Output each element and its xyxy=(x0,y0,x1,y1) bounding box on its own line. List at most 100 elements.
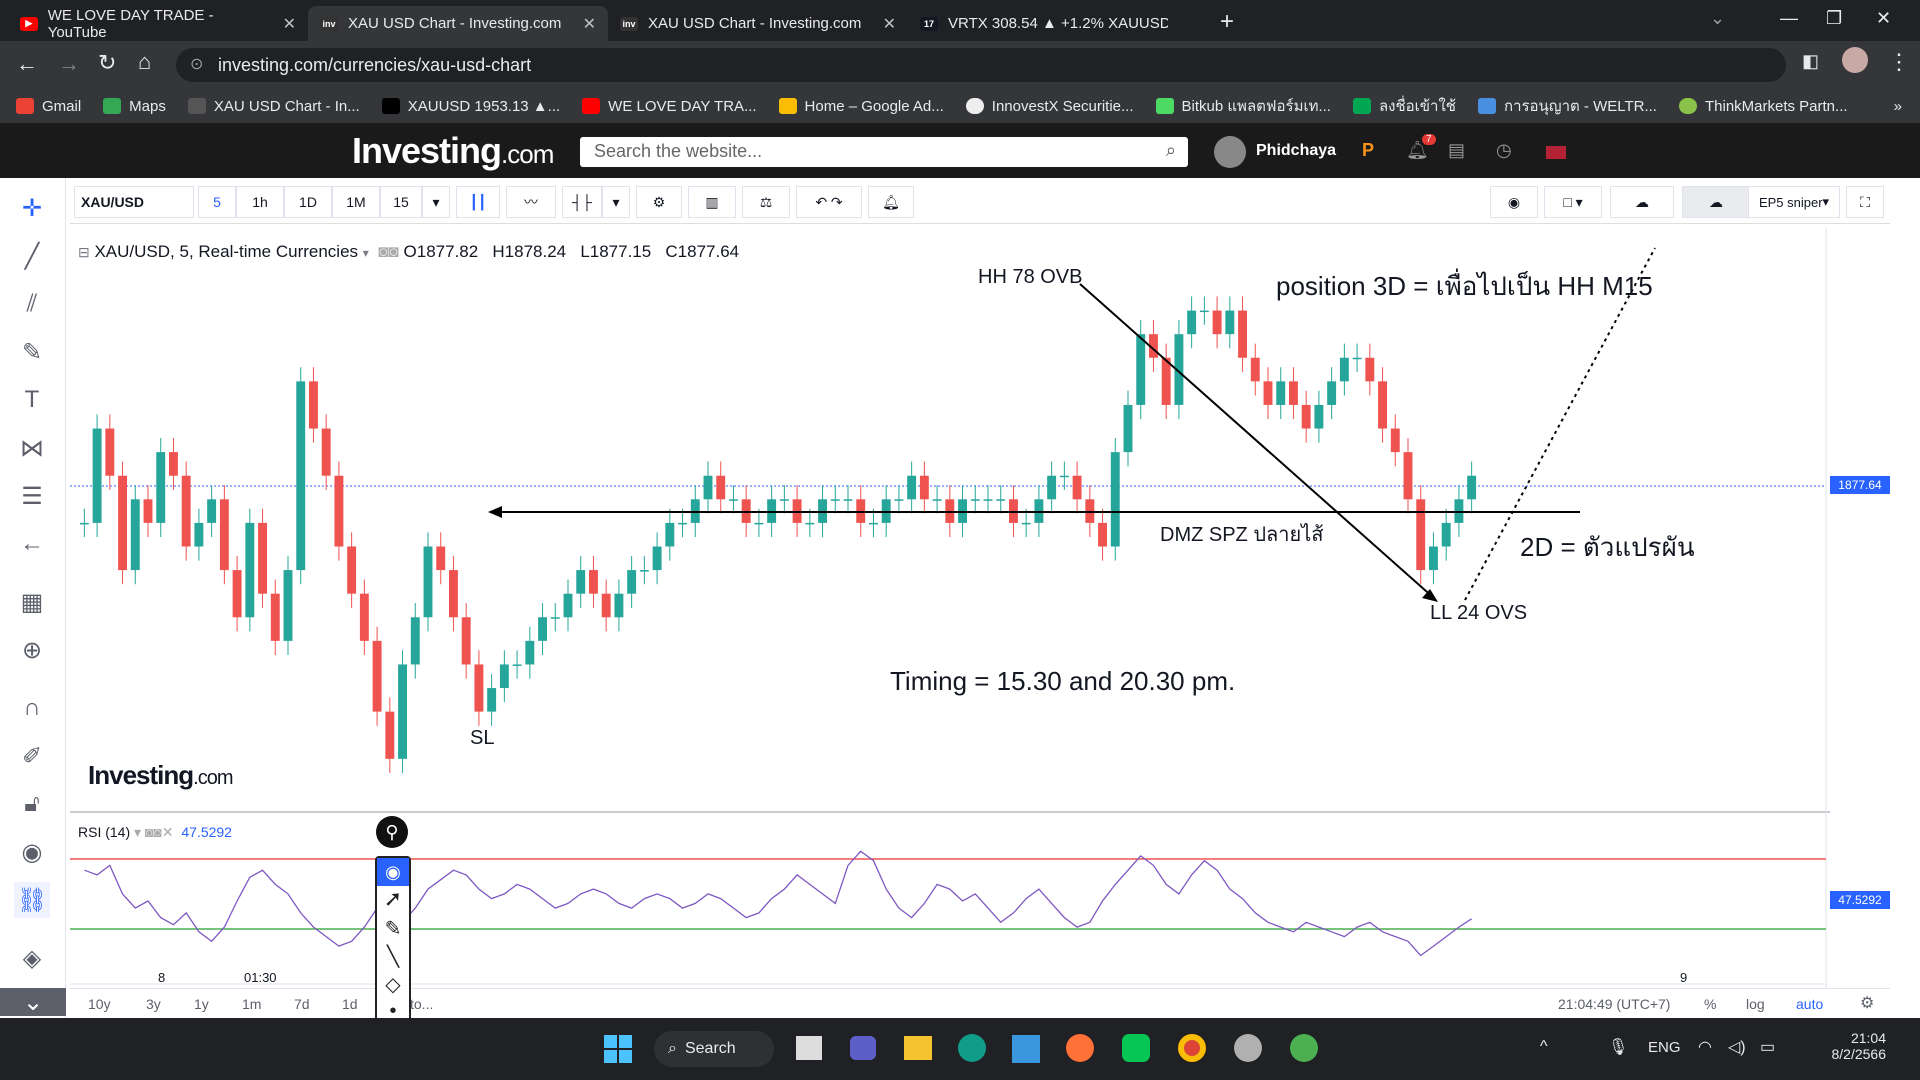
settings-gear-icon[interactable]: ⚙ xyxy=(636,186,682,218)
chart-type-dropdown-icon[interactable]: ▾ xyxy=(602,186,630,218)
layers-icon[interactable]: ◈ xyxy=(14,940,50,976)
eraser-icon[interactable]: ◇ xyxy=(377,972,409,1000)
close-icon[interactable]: ✕ xyxy=(283,14,296,34)
clock-icon[interactable]: ◷ xyxy=(1496,140,1512,161)
magnet-icon[interactable]: ∩ xyxy=(14,690,50,726)
range-1d[interactable]: 1d xyxy=(342,996,358,1012)
battery-icon[interactable]: ▭ xyxy=(1760,1037,1775,1057)
forward-icon[interactable]: → xyxy=(58,51,80,77)
compare-icon[interactable]: ⚖ xyxy=(742,186,790,218)
annotation-ll[interactable]: LL 24 OVS xyxy=(1430,602,1527,625)
tab-investing[interactable]: inv XAU USD Chart - Investing.com ✕ xyxy=(608,6,908,41)
range-1y[interactable]: 1y xyxy=(194,996,209,1012)
search-icon[interactable]: ⌕ xyxy=(1166,140,1176,161)
bookmark-youtube[interactable]: WE LOVE DAY TRA... xyxy=(582,98,757,115)
indicators-icon[interactable]: ▥ xyxy=(688,186,736,218)
url-input[interactable]: ⊙ investing.com/currencies/xau-usd-chart xyxy=(176,48,1786,82)
volume-icon[interactable]: ◁) xyxy=(1728,1037,1746,1057)
bookmark-thinkmarkets[interactable]: ThinkMarkets Partn... xyxy=(1678,98,1848,115)
annotation-hh[interactable]: HH 78 OVB xyxy=(978,266,1082,289)
file-explorer-icon[interactable] xyxy=(904,1036,932,1060)
fullscreen-icon[interactable]: ⛶ xyxy=(1846,186,1884,218)
bookmark-tradingview[interactable]: XAUUSD 1953.13 ▲... xyxy=(381,98,560,115)
site-search-input[interactable]: Search the website... ⌕ xyxy=(580,137,1188,167)
line-chart-icon[interactable]: 〰 xyxy=(506,186,556,218)
reload-icon[interactable]: ↻ xyxy=(98,50,116,76)
range-goto[interactable]: to... xyxy=(410,996,433,1012)
text-icon[interactable]: T xyxy=(14,382,50,418)
wifi-icon[interactable]: ◠ xyxy=(1698,1037,1712,1057)
minimize-button[interactable]: — xyxy=(1780,8,1798,29)
highlighter-icon[interactable]: ✎ xyxy=(377,916,409,944)
more-bookmarks-icon[interactable]: » xyxy=(1894,98,1902,115)
pro-icon[interactable]: P xyxy=(1362,140,1374,161)
tab-youtube[interactable]: ▶ WE LOVE DAY TRADE - YouTube ✕ xyxy=(8,6,308,41)
lock-icon[interactable]: 🔓︎ xyxy=(14,786,50,822)
us-flag-icon[interactable] xyxy=(1546,146,1566,159)
sidepanel-icon[interactable]: ◧ xyxy=(1802,51,1819,72)
cursor-icon[interactable]: ➚ xyxy=(377,886,409,916)
bookmark-innovestx[interactable]: InnovestX Securitie... xyxy=(965,98,1134,115)
teams-icon[interactable] xyxy=(850,1036,876,1060)
cloud-load-icon[interactable]: ☁ xyxy=(1610,186,1674,218)
range-7d[interactable]: 7d xyxy=(294,996,310,1012)
restore-button[interactable]: ❐ xyxy=(1826,8,1842,29)
menu-icon[interactable]: ⋮ xyxy=(1888,49,1910,75)
range-10y[interactable]: 10y xyxy=(88,996,111,1012)
tab-search-icon[interactable]: ⌄ xyxy=(1710,8,1725,29)
profile-avatar[interactable] xyxy=(1842,47,1868,73)
line-icon[interactable] xyxy=(1122,1034,1150,1062)
tab-investing-active[interactable]: inv XAU USD Chart - Investing.com ✕ xyxy=(308,6,608,41)
annotation-position[interactable]: position 3D = เพื่อไปเป็น HH M15 xyxy=(1276,266,1653,307)
annotation-2d[interactable]: 2D = ตัวแปรผัน xyxy=(1520,527,1695,568)
interval-1h[interactable]: 1h xyxy=(236,186,284,218)
forecast-icon[interactable]: ▦ xyxy=(14,584,50,620)
pin-icon[interactable]: ⚲ xyxy=(376,816,408,848)
back-icon[interactable]: ← xyxy=(16,51,38,77)
undo-redo-icon[interactable]: ↶ ↷ xyxy=(796,186,862,218)
bookmark-login[interactable]: ลงชื่อเข้าใช้ xyxy=(1352,94,1456,118)
app-icon[interactable] xyxy=(1234,1034,1262,1062)
window-close-button[interactable]: ✕ xyxy=(1876,8,1891,29)
collapse-legend-icon[interactable]: ⊟ xyxy=(78,244,90,260)
user-avatar[interactable] xyxy=(1214,136,1246,168)
bookmark-maps[interactable]: Maps xyxy=(103,98,166,115)
rsi-settings-icon[interactable]: ▾ ◙◙✕ xyxy=(134,824,174,840)
user-name[interactable]: Phidchaya xyxy=(1256,142,1336,160)
windows-start-icon[interactable] xyxy=(604,1035,632,1063)
portfolio-icon[interactable]: ▤ xyxy=(1448,140,1465,161)
taskbar-clock[interactable]: 21:04 8/2/2566 xyxy=(1830,1030,1887,1062)
fib-icon[interactable]: ⫽ xyxy=(14,286,50,322)
candles-icon[interactable]: ┃┃ xyxy=(456,186,500,218)
template-dropdown[interactable]: EP5 sniper ▾ xyxy=(1748,186,1840,218)
range-1m[interactable]: 1m xyxy=(242,996,261,1012)
title-dropdown-icon[interactable]: ▾ xyxy=(363,246,369,260)
firefox-icon[interactable] xyxy=(1066,1034,1094,1062)
annotation-dmz[interactable]: DMZ SPZ ปลายไส้ xyxy=(1160,518,1324,550)
close-icon[interactable]: ✕ xyxy=(583,14,596,34)
layout-icon[interactable]: □ ▾ xyxy=(1544,186,1602,218)
bookmark-weltrade[interactable]: การอนุญาต - WELTR... xyxy=(1477,94,1657,118)
task-view-icon[interactable] xyxy=(796,1036,822,1060)
chart-settings-gear-icon[interactable]: ⚙ xyxy=(1860,993,1874,1013)
store-icon[interactable] xyxy=(1012,1035,1040,1063)
log-scale-toggle[interactable]: log xyxy=(1746,996,1765,1012)
zoom-icon[interactable]: ⊕ xyxy=(14,632,50,668)
eye-icon[interactable]: ◉ xyxy=(14,834,50,870)
price-chart[interactable]: 1888.001886.001884.001882.001880.001878.… xyxy=(70,228,1830,1033)
back-arrow-icon[interactable]: ← xyxy=(14,526,50,562)
bookmark-investing[interactable]: XAU USD Chart - In... xyxy=(187,98,360,115)
new-tab-button[interactable]: + xyxy=(1220,8,1234,36)
crosshair-icon[interactable]: ✛ xyxy=(14,190,50,226)
camera-icon[interactable]: ◉ xyxy=(1490,186,1538,218)
collapse-icon[interactable]: ⌄ xyxy=(0,988,66,1016)
brush-icon[interactable]: ✎ xyxy=(14,334,50,370)
edge-icon[interactable] xyxy=(958,1034,986,1062)
tab-tradingview[interactable]: 17 VRTX 308.54 ▲ +1.2% XAUUSD xyxy=(908,6,1208,41)
bookmark-gmail[interactable]: Gmail xyxy=(16,98,81,115)
bookmark-google-ads[interactable]: Home – Google Ad... xyxy=(778,98,944,115)
eye-icon[interactable]: ◉ xyxy=(377,858,409,886)
alert-icon[interactable]: 🔔︎ xyxy=(868,186,914,218)
site-info-icon[interactable]: ⊙ xyxy=(190,54,203,74)
measure-icon[interactable]: ☰ xyxy=(14,478,50,514)
